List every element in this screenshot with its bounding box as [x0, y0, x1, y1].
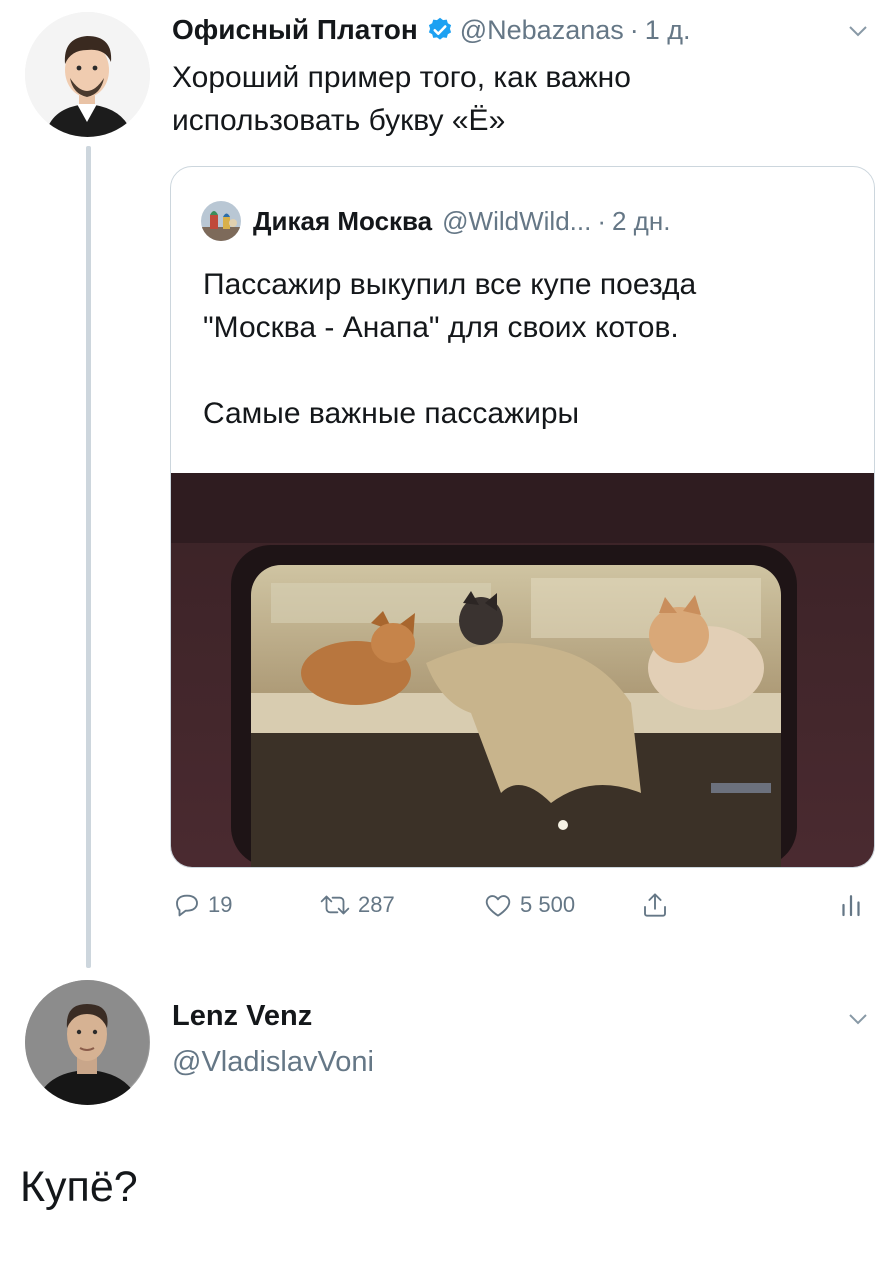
share-button[interactable]: [640, 890, 676, 920]
chevron-down-icon[interactable]: [848, 24, 868, 38]
tweet-text-line: использовать букву «Ё»: [172, 104, 506, 137]
quoted-text-line: [203, 349, 863, 392]
retweet-count: 287: [358, 892, 395, 917]
chevron-down-icon[interactable]: [848, 1012, 868, 1026]
analytics-icon: [842, 895, 860, 917]
share-icon: [644, 893, 666, 917]
like-count: 5 500: [520, 892, 576, 917]
tweet-time[interactable]: 1 д.: [645, 15, 691, 46]
author-name[interactable]: Офисный Платон: [172, 14, 418, 46]
quoted-text-line: Самые важные пассажиры: [203, 397, 580, 430]
reply-author-avatar[interactable]: [25, 980, 150, 1105]
retweet-icon: [320, 895, 350, 915]
retweet-button[interactable]: 287: [318, 890, 395, 920]
author-avatar[interactable]: [25, 12, 150, 137]
quoted-author-name[interactable]: Дикая Москва: [253, 206, 432, 237]
verified-badge-icon: [428, 17, 451, 40]
quoted-tweet-card[interactable]: Дикая Москва @WildWild... · 2 дн. Пассаж…: [170, 166, 875, 868]
quoted-tweet-header: Дикая Москва @WildWild... · 2 дн.: [201, 201, 670, 241]
like-icon: [485, 895, 511, 917]
quoted-author-handle[interactable]: @WildWild...: [442, 206, 591, 237]
reply-button[interactable]: 19: [172, 890, 232, 920]
author-handle[interactable]: @Nebazanas: [460, 15, 624, 46]
reply-author-handle[interactable]: @VladislavVoni: [172, 1046, 374, 1079]
quoted-author-avatar: [201, 201, 241, 241]
separator-dot: ·: [629, 14, 639, 45]
reply-count: 19: [208, 892, 233, 917]
analytics-button[interactable]: [838, 890, 870, 920]
reply-author-name[interactable]: Lenz Venz: [172, 1000, 312, 1033]
quoted-text-line: "Москва - Анапа" для своих котов.: [203, 311, 679, 344]
quoted-text-line: Пассажир выкупил все купе поезда: [203, 268, 697, 301]
separator-dot: ·: [597, 205, 606, 236]
quoted-tweet-text: Пассажир выкупил все купе поезда "Москва…: [203, 263, 863, 435]
thread-connector-line: [86, 146, 91, 968]
tweet-action-bar: 19 287 5 500: [170, 890, 882, 930]
tweet-text-line: Хороший пример того, как важно: [172, 61, 631, 94]
reply-text: Купё?: [20, 1163, 138, 1211]
tweet-header: Офисный Платон @Nebazanas · 1 д.: [172, 10, 691, 50]
like-button[interactable]: 5 500: [482, 890, 575, 920]
tweet-photo[interactable]: [171, 473, 874, 867]
tweet-text: Хороший пример того, как важно использов…: [172, 56, 832, 142]
reply-icon: [176, 894, 198, 917]
quoted-tweet-time[interactable]: 2 дн.: [612, 206, 670, 237]
